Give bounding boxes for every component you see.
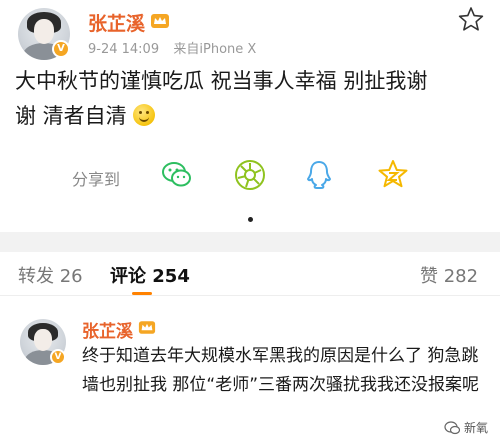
post-time: 9-24 14:09 [88,42,160,57]
active-tab-indicator [132,292,152,295]
interaction-tabs: 转发 26 评论 254 赞 282 [0,252,500,296]
watermark: 新氧 [444,419,488,436]
page-indicator-dot [248,217,253,222]
qq-icon[interactable] [302,158,336,192]
tab-comments[interactable]: 评论 254 [110,262,190,288]
comment-text: 终于知道去年大规模水军黑我的原因是什么了 狗急跳墙也别扯我 那位“老师”三番两次… [82,346,480,395]
weibo-post: V 张芷溪 9-24 14:09 来自iPhone X 大中秋节的谨慎吃瓜 祝当… [0,0,500,232]
crown-icon [151,14,169,28]
wechat-icon[interactable] [160,158,194,192]
smile-emoji-icon [133,104,156,126]
watermark-label: 新氧 [463,421,488,435]
verified-badge-icon: V [52,40,70,58]
post-source: 来自iPhone X [173,42,257,57]
moments-icon[interactable] [233,158,267,192]
post-text: 大中秋节的谨慎吃瓜 祝当事人幸福 别扯我谢 谢 清者自清 [15,64,495,134]
post-meta: 9-24 14:09 来自iPhone X [88,38,256,57]
qzone-icon[interactable] [376,158,410,192]
comment-verified-badge-icon: V [50,349,66,365]
comment-author-name[interactable]: 张芷溪 [82,317,133,342]
post-text-line-1: 大中秋节的谨慎吃瓜 祝当事人幸福 别扯我谢 [15,69,428,93]
section-divider [0,232,500,252]
comment-item: V 张芷溪 终于知道去年大规模水军黑我的原因是什么了 狗急跳墙也别扯我 那位“老… [0,297,500,446]
tab-likes[interactable]: 赞 282 [420,262,478,288]
favorite-star-icon[interactable] [458,6,484,32]
tab-repost[interactable]: 转发 26 [18,262,83,288]
share-label: 分享到 [72,170,121,189]
watermark-chat-icon [444,420,460,434]
post-text-line-2: 谢 清者自清 [15,99,495,134]
comment-crown-icon [138,321,156,334]
author-name[interactable]: 张芷溪 [88,9,145,36]
